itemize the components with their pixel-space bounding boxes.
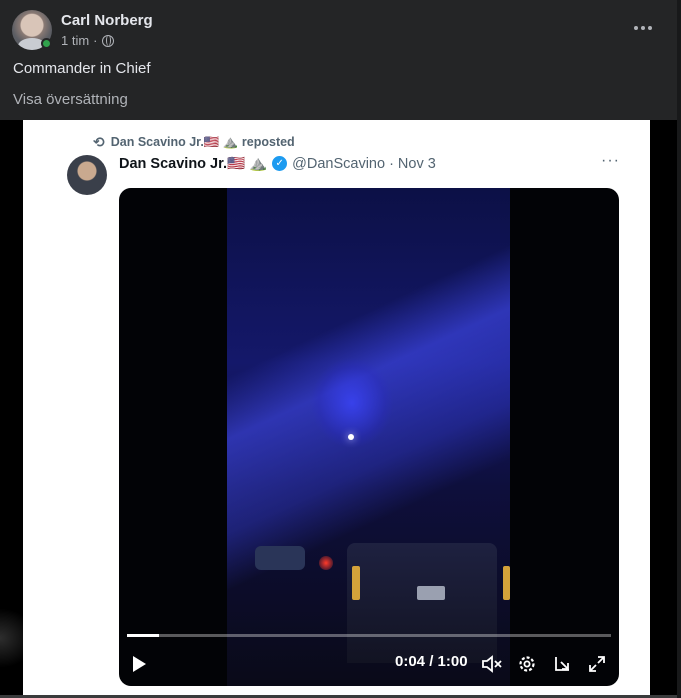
facebook-post: Carl Norberg 1 tim · Commander in Chief … — [0, 0, 677, 698]
globe-icon — [101, 34, 114, 47]
media-edge-shadow — [0, 608, 36, 668]
meta-separator: · — [93, 33, 98, 48]
scene-plate — [417, 586, 445, 600]
post-meta: 1 tim · — [61, 33, 114, 48]
settings-icon — [519, 656, 535, 672]
author-name[interactable]: Carl Norberg — [61, 12, 153, 29]
tweet-screenshot: ⟲ Dan Scavino Jr.🇺🇸 ⛰️ reposted Dan Scav… — [23, 120, 650, 695]
repost-line: ⟲ Dan Scavino Jr.🇺🇸 ⛰️ reposted — [93, 134, 295, 151]
post-text: Commander in Chief — [13, 60, 151, 77]
video-progress-fill — [127, 634, 160, 637]
dot — [648, 26, 652, 30]
tweet-avatar — [67, 155, 107, 195]
play-icon — [133, 656, 146, 672]
scene-light-point — [348, 434, 354, 440]
post-more-button[interactable] — [627, 14, 659, 42]
tweet-header: Dan Scavino Jr.🇺🇸 ⛰️ ✓ @DanScavino · Nov… — [119, 155, 436, 173]
video-progress-track — [127, 634, 611, 637]
video-scene — [227, 188, 510, 686]
repost-icon: ⟲ — [93, 134, 105, 150]
fullscreen-icon — [589, 656, 605, 672]
dot — [634, 26, 638, 30]
online-status-dot — [41, 38, 52, 49]
repost-label: Dan Scavino Jr.🇺🇸 ⛰️ reposted — [110, 135, 295, 149]
tweet-more-icon: ··· — [601, 152, 620, 169]
scene-car-left — [255, 546, 305, 570]
dot — [641, 26, 645, 30]
pip-icon — [555, 657, 569, 671]
video-frame: 0:04 / 1:00 — [119, 188, 619, 686]
tweet-name: Dan Scavino Jr.🇺🇸 ⛰️ — [119, 156, 268, 172]
scene-car — [347, 543, 497, 663]
scene-red-light — [319, 556, 333, 570]
tweet-handle-date: @DanScavino · Nov 3 — [292, 155, 436, 172]
video-time: 0:04 / 1:00 — [395, 653, 468, 670]
scene-taillight-right — [503, 566, 510, 600]
see-translation-link[interactable]: Visa översättning — [13, 91, 128, 108]
post-media[interactable]: ⟲ Dan Scavino Jr.🇺🇸 ⛰️ reposted Dan Scav… — [0, 120, 677, 695]
verified-badge-icon: ✓ — [272, 156, 288, 171]
mute-icon — [482, 655, 502, 673]
scene-taillight-left — [352, 566, 360, 600]
right-gutter — [677, 0, 681, 698]
post-timestamp[interactable]: 1 tim — [61, 33, 89, 48]
